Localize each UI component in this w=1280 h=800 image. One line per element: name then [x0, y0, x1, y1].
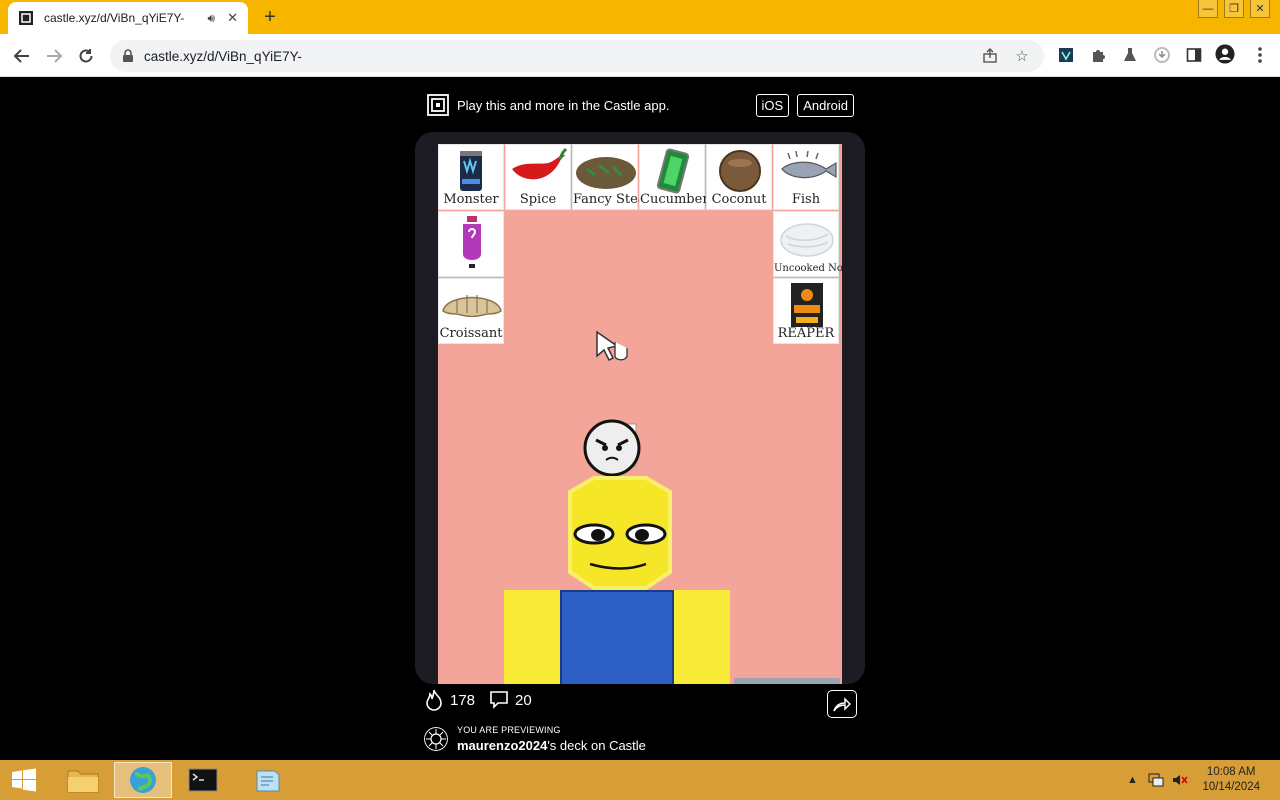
item-fish[interactable]: Fish: [773, 144, 839, 210]
back-arrow-icon[interactable]: [10, 44, 34, 68]
item-label: Uncooked Noodles: [774, 263, 842, 274]
browser-tab[interactable]: castle.xyz/d/ViBn_qYiE7Y- 🔊︎ ✕: [8, 2, 248, 34]
castle-app-banner: Play this and more in the Castle app. iO…: [427, 93, 854, 117]
item-uncooked-noodles[interactable]: Uncooked Noodles: [773, 211, 842, 277]
speaker-icon[interactable]: 🔊︎: [208, 11, 216, 26]
file-explorer-button[interactable]: [54, 762, 112, 798]
profile-avatar-icon[interactable]: [1215, 44, 1235, 64]
extensions-puzzle-icon[interactable]: [1088, 45, 1108, 65]
show-hidden-icons-icon[interactable]: ▲: [1124, 772, 1140, 788]
croissant-icon: [442, 295, 502, 318]
start-button[interactable]: [0, 762, 48, 798]
purple-bottle-icon: [463, 216, 481, 268]
item-reaper[interactable]: REAPER: [773, 278, 839, 344]
deck-stats: 178 20: [424, 689, 532, 711]
item-croissant[interactable]: Croissant: [438, 278, 504, 344]
monster-can-icon: [460, 151, 482, 191]
window-controls: — ❐ ✕: [1198, 0, 1270, 18]
reaper-chips-icon: [791, 283, 823, 327]
tab-close-icon[interactable]: ✕: [227, 10, 238, 26]
close-window-button[interactable]: ✕: [1250, 0, 1270, 18]
labs-flask-icon[interactable]: [1120, 45, 1140, 65]
fire-icon[interactable]: [424, 689, 444, 711]
browser-globe-icon: [130, 767, 156, 793]
mouse-cursor-icon: [596, 330, 628, 362]
volume-muted-icon[interactable]: [1172, 772, 1189, 788]
noodles-icon: [780, 223, 834, 257]
noob-shirt: [560, 590, 674, 684]
fish-icon: [781, 150, 837, 179]
address-bar[interactable]: castle.xyz/d/ViBn_qYiE7Y- ☆: [110, 40, 1044, 72]
scroll-indicator: [734, 678, 840, 684]
chili-pepper-icon: [512, 147, 568, 180]
banner-text: Play this and more in the Castle app.: [457, 97, 670, 113]
comments-count: 20: [515, 691, 532, 709]
item-label: Cucumber: [640, 192, 709, 207]
deck-suffix: 's deck on Castle: [547, 738, 646, 753]
item-label: REAPER: [777, 326, 835, 341]
preview-deck-line: maurenzo2024's deck on Castle: [457, 738, 646, 753]
item-label: Coconut: [711, 192, 767, 207]
item-fancy-steak[interactable]: Fancy Steak: [572, 144, 654, 210]
item-coconut[interactable]: Coconut: [706, 144, 772, 210]
system-tray: ▲ 10:08 AM 10/14/2024: [1124, 760, 1280, 800]
item-bottle[interactable]: [438, 211, 504, 277]
new-tab-button[interactable]: +: [256, 5, 284, 29]
terminal-button[interactable]: [174, 762, 232, 798]
item-cucumber[interactable]: Cucumber: [639, 144, 709, 210]
castle-favicon-icon: [19, 11, 33, 25]
side-panel-icon[interactable]: [1184, 45, 1204, 65]
taskbar-clock[interactable]: 10:08 AM 10/14/2024: [1202, 765, 1260, 795]
clock-date: 10/14/2024: [1202, 781, 1260, 793]
download-progress-icon[interactable]: [1152, 45, 1172, 65]
share-arrow-icon: [833, 697, 851, 712]
share-button[interactable]: [827, 690, 857, 718]
item-monster[interactable]: Monster: [438, 144, 504, 210]
preview-label: YOU ARE PREVIEWING: [457, 725, 561, 735]
reload-icon[interactable]: [74, 44, 98, 68]
lock-icon: [123, 49, 133, 62]
author-name[interactable]: maurenzo2024: [457, 738, 547, 753]
game-canvas[interactable]: Monster Spice Fancy Steak Cucumber Cocon…: [438, 144, 842, 684]
tab-title: castle.xyz/d/ViBn_qYiE7Y-: [44, 11, 185, 25]
cucumber-icon: [656, 148, 690, 194]
url-text: castle.xyz/d/ViBn_qYiE7Y-: [144, 48, 302, 64]
item-label: Fish: [791, 192, 821, 207]
deck-card: Monster Spice Fancy Steak Cucumber Cocon…: [415, 132, 865, 684]
preview-info: YOU ARE PREVIEWING maurenzo2024's deck o…: [424, 725, 646, 753]
chrome-taskbar-button[interactable]: [114, 762, 172, 798]
item-label: Fancy Steak: [573, 192, 654, 207]
android-button[interactable]: Android: [797, 93, 854, 117]
browser-toolbar: castle.xyz/d/ViBn_qYiE7Y- ☆: [0, 34, 1280, 77]
notepad-icon: [256, 770, 280, 792]
network-icon[interactable]: [1148, 772, 1164, 788]
minimize-button[interactable]: —: [1198, 0, 1218, 18]
extension-shield-icon[interactable]: [1056, 45, 1076, 65]
app-taskbar-button[interactable]: [238, 762, 296, 798]
restore-button[interactable]: ❐: [1224, 0, 1244, 18]
coconut-icon: [719, 150, 761, 192]
browser-menu-icon[interactable]: [1250, 45, 1270, 65]
item-label: Spice: [519, 192, 557, 207]
folder-icon: [67, 770, 99, 793]
comment-bubble-icon[interactable]: [489, 689, 509, 711]
windows-taskbar: ▲ 10:08 AM 10/14/2024: [0, 760, 1280, 800]
terminal-icon: [188, 768, 218, 792]
likes-count: 178: [450, 691, 476, 709]
castle-logo-icon: [427, 94, 449, 116]
item-label: Croissant: [439, 326, 503, 341]
share-page-icon[interactable]: [980, 46, 1000, 66]
windows-logo-icon: [12, 768, 36, 792]
forward-arrow-icon[interactable]: [42, 44, 66, 68]
steak-icon: [576, 157, 636, 189]
bookmark-star-icon[interactable]: ☆: [1012, 46, 1032, 66]
ios-button[interactable]: iOS: [755, 93, 790, 117]
author-avatar[interactable]: [424, 727, 448, 751]
clock-time: 10:08 AM: [1206, 766, 1256, 778]
item-spice[interactable]: Spice: [505, 144, 571, 210]
browser-titlebar: castle.xyz/d/ViBn_qYiE7Y- 🔊︎ ✕ + — ❐ ✕: [0, 0, 1280, 34]
noob-head-character: [568, 476, 672, 590]
item-label: Monster: [443, 192, 499, 207]
